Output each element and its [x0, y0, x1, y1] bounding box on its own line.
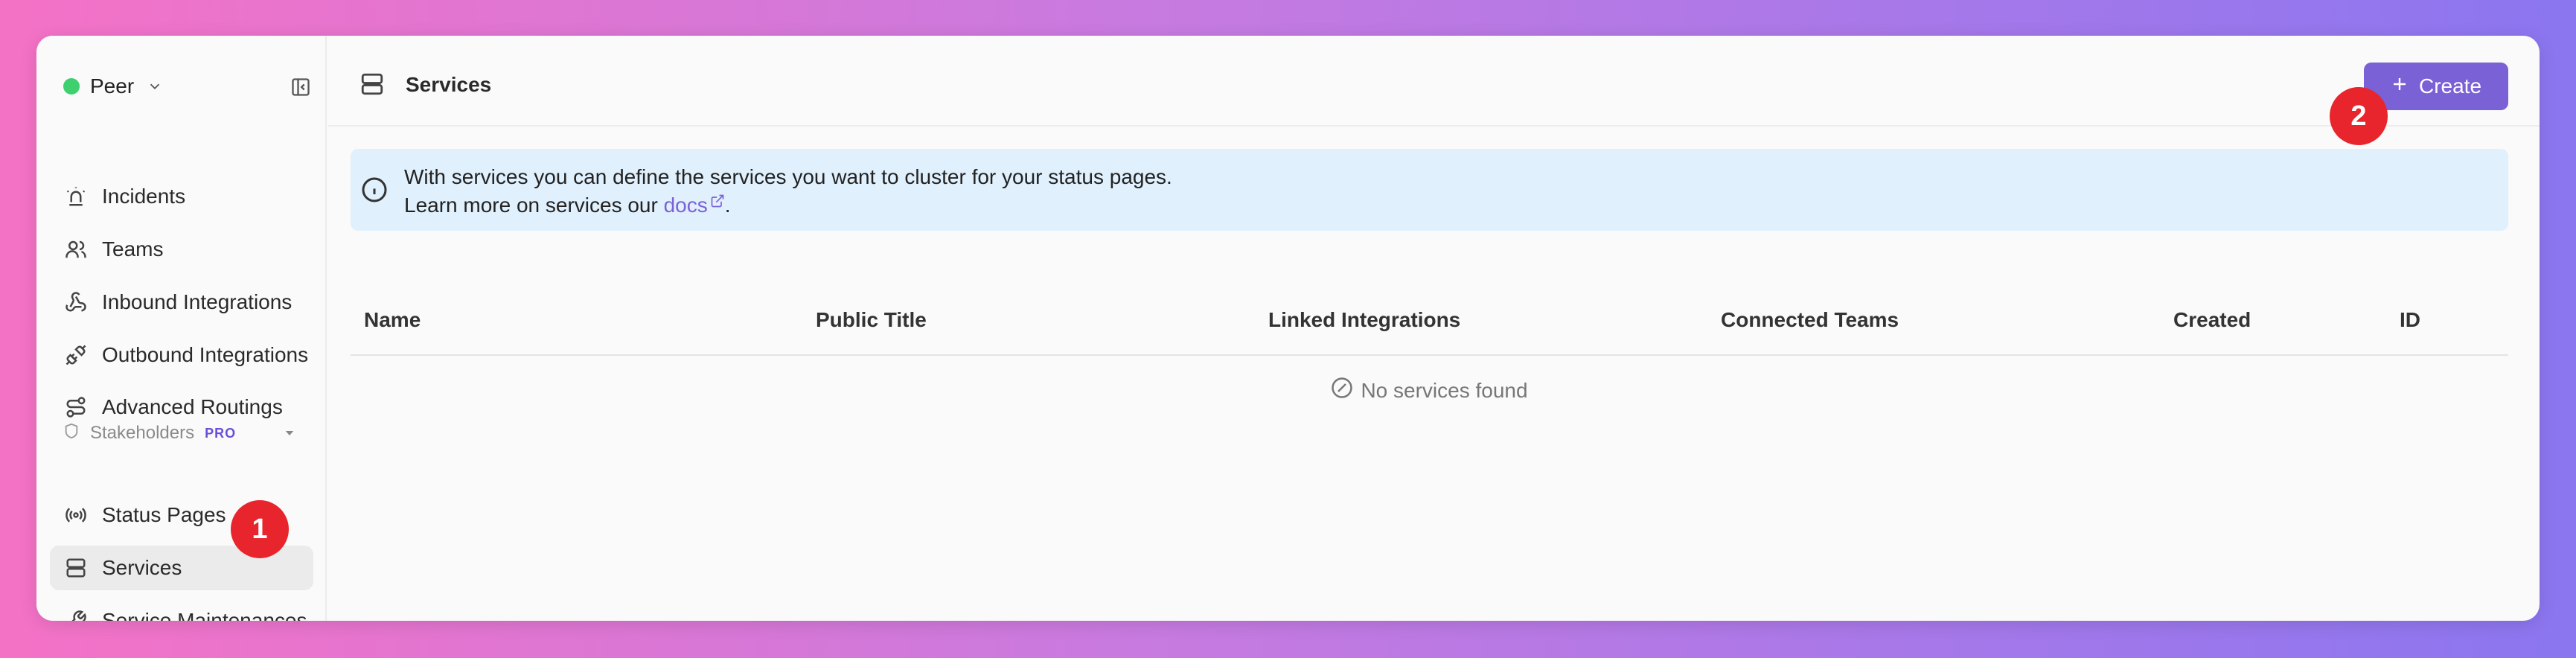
- docs-link-label: docs: [663, 194, 708, 217]
- server-icon: [359, 71, 385, 97]
- sidebar-item-label: Advanced Routings: [102, 395, 283, 418]
- sidebar-item-outbound-integrations[interactable]: Outbound Integrations: [50, 333, 313, 377]
- collapse-sidebar-icon[interactable]: [290, 76, 312, 98]
- plus-icon: [2391, 74, 2409, 98]
- pro-badge: PRO: [205, 425, 237, 441]
- docs-link[interactable]: docs: [664, 194, 725, 217]
- sidebar-item-service-maintenances[interactable]: Service Maintenances: [50, 598, 313, 621]
- info-text-suffix: .: [724, 194, 731, 217]
- caret-down-icon[interactable]: [279, 423, 300, 444]
- sidebar-item-label: Status Pages: [102, 503, 226, 526]
- workspace-name: Peer: [90, 74, 135, 98]
- empty-circle-icon: [1331, 377, 1353, 404]
- empty-state-text: No services found: [1361, 378, 1528, 402]
- sidebar-item-label: Inbound Integrations: [102, 290, 293, 313]
- step-marker-2: 2: [2330, 87, 2388, 145]
- plug-icon: [63, 342, 89, 368]
- sidebar-item-label: Incidents: [102, 185, 186, 208]
- page-title: Services: [406, 73, 492, 96]
- section-label: Stakeholders: [90, 423, 195, 443]
- table-header: Name Public Title Linked Integrations Co…: [351, 293, 2508, 356]
- route-icon: [63, 395, 89, 420]
- wrench-icon: [63, 608, 89, 621]
- info-icon: [361, 176, 388, 203]
- sidebar-item-teams[interactable]: Teams: [50, 227, 313, 272]
- sidebar-item-incidents[interactable]: Incidents: [50, 174, 313, 219]
- stakeholders-section-header[interactable]: Stakeholders PRO: [63, 418, 316, 448]
- main-content: Services Create With services you can de…: [328, 36, 2540, 621]
- column-header-name[interactable]: Name: [364, 308, 421, 332]
- info-text-more: Learn more on services our docs.: [404, 194, 731, 217]
- chevron-down-icon: [144, 76, 165, 97]
- column-header-linked-integrations[interactable]: Linked Integrations: [1268, 308, 1460, 332]
- info-text-prefix: Learn more on services our: [404, 194, 664, 217]
- info-banner: With services you can define the service…: [351, 149, 2508, 231]
- page-header: Services Create: [328, 36, 2540, 127]
- siren-icon: [63, 184, 89, 209]
- sidebar-item-label: Services: [102, 556, 182, 579]
- users-icon: [63, 237, 89, 262]
- column-header-public-title[interactable]: Public Title: [816, 308, 927, 332]
- app-window: Peer Incidents Teams Inbound Integration…: [36, 36, 2540, 621]
- sidebar-item-label: Service Maintenances: [102, 609, 307, 621]
- stakeholders-icon: [63, 423, 80, 444]
- workspace-switcher[interactable]: Peer: [63, 68, 287, 104]
- status-dot: [63, 78, 80, 95]
- sidebar-item-inbound-integrations[interactable]: Inbound Integrations: [50, 280, 313, 325]
- column-header-connected-teams[interactable]: Connected Teams: [1721, 308, 1899, 332]
- webhook-icon: [63, 290, 89, 315]
- create-button[interactable]: Create: [2364, 63, 2508, 110]
- external-link-icon: [711, 194, 724, 208]
- server-icon: [63, 555, 89, 581]
- services-table: Name Public Title Linked Integrations Co…: [351, 293, 2508, 402]
- info-text: With services you can define the service…: [404, 165, 1172, 188]
- broadcast-icon: [63, 502, 89, 528]
- sidebar-item-label: Teams: [102, 237, 164, 261]
- step-marker-1: 1: [231, 500, 289, 558]
- column-header-id[interactable]: ID: [2400, 308, 2420, 332]
- empty-state: No services found: [351, 377, 2508, 404]
- sidebar-item-label: Outbound Integrations: [102, 343, 309, 366]
- column-header-created[interactable]: Created: [2173, 308, 2251, 332]
- create-button-label: Create: [2418, 74, 2482, 98]
